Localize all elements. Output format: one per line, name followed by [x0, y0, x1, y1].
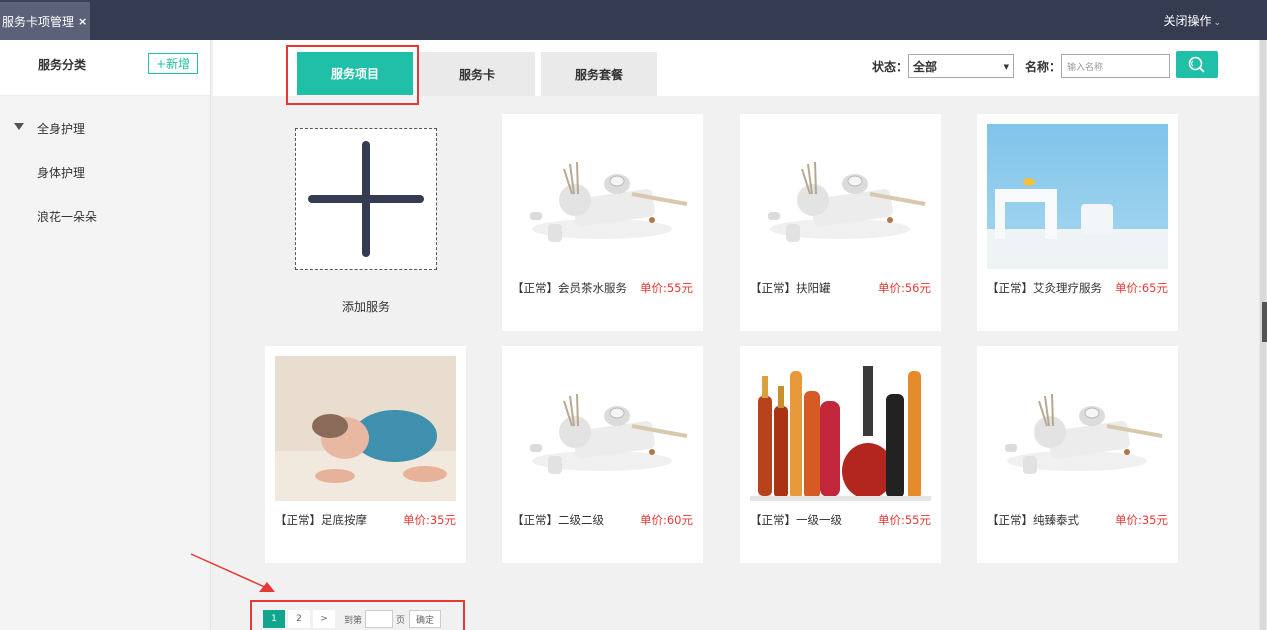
close-operations-menu[interactable]: 关闭操作 ⌄: [1163, 12, 1221, 29]
service-name: 【正常】一级一级: [750, 513, 842, 527]
pagination: 1 2 > 到第 页 确定: [263, 610, 442, 628]
service-price: 单价:55元: [877, 513, 931, 527]
tab-service-cards[interactable]: 服务卡: [419, 52, 535, 96]
page-unit-label: 页: [396, 615, 406, 626]
goto-label: 到第: [344, 615, 363, 626]
name-label: 名称：: [1025, 59, 1062, 74]
goto-page-input[interactable]: [365, 610, 394, 628]
service-price: 单价:65元: [1114, 281, 1168, 295]
service-card[interactable]: 【正常】会员茶水服务 单价:55元: [502, 114, 703, 331]
status-filter: 状态： 全部 ▼: [872, 54, 1015, 78]
close-icon[interactable]: ×: [78, 15, 87, 28]
service-name: 【正常】二级二级: [512, 513, 604, 527]
tab-service-packages[interactable]: 服务套餐: [541, 52, 657, 96]
service-name: 【正常】纯臻泰式: [987, 513, 1079, 527]
caret-down-icon[interactable]: [14, 123, 24, 130]
search-icon: [1188, 56, 1205, 73]
service-card[interactable]: 【正常】足底按摩 单价:35元: [265, 346, 466, 563]
sidebar-item-full-body-care[interactable]: 全身护理: [0, 106, 210, 150]
annotation-highlight-tab: [286, 45, 419, 105]
main-header: 服务项目 服务卡 服务套餐 状态： 全部 ▼ 名称： 输入名称: [213, 40, 1259, 105]
service-card[interactable]: 【正常】二级二级 单价:60元: [502, 346, 703, 563]
add-category-button[interactable]: +新增: [148, 53, 198, 74]
service-price: 单价:35元: [402, 513, 456, 527]
service-card[interactable]: 【正常】艾灸理疗服务 单价:65元: [977, 114, 1178, 331]
next-page-button[interactable]: >: [313, 610, 335, 628]
sidebar-header: 服务分类 +新增: [0, 40, 210, 96]
service-price: 单价:56元: [877, 281, 931, 295]
confirm-goto-button[interactable]: 确定: [409, 610, 442, 628]
chevron-down-icon: ▼: [1003, 63, 1010, 71]
search-button[interactable]: [1176, 51, 1218, 78]
service-image-blue-room: [987, 124, 1168, 269]
service-image-spa-kit: [512, 356, 693, 501]
sidebar-item-label: 身体护理: [37, 165, 86, 180]
service-price: 单价:35元: [1114, 513, 1168, 527]
service-image-baby: [275, 356, 456, 501]
page-button[interactable]: 2: [288, 610, 310, 628]
status-label: 状态：: [872, 59, 909, 74]
service-name: 【正常】会员茶水服务: [512, 281, 627, 295]
service-image-spa-kit: [750, 124, 931, 269]
service-name: 【正常】艾灸理疗服务: [987, 281, 1102, 295]
service-name: 【正常】扶阳罐: [750, 281, 831, 295]
main-panel: 服务项目 服务卡 服务套餐 状态： 全部 ▼ 名称： 输入名称 添加服务 【正常…: [190, 40, 1259, 630]
sidebar-item-waves[interactable]: 浪花一朵朵: [0, 194, 210, 238]
service-image-spa-kit: [512, 124, 693, 269]
sidebar-item-body-care[interactable]: 身体护理: [0, 150, 210, 194]
service-price: 单价:60元: [639, 513, 693, 527]
service-card[interactable]: 【正常】一级一级 单价:55元: [740, 346, 941, 563]
category-sidebar: 服务分类 +新增 全身护理 身体护理 浪花一朵朵: [0, 40, 211, 630]
name-search-input[interactable]: 输入名称: [1061, 54, 1171, 78]
status-select[interactable]: 全部 ▼: [908, 54, 1015, 78]
close-operations-label: 关闭操作: [1163, 14, 1212, 28]
category-list: 全身护理 身体护理 浪花一朵朵: [0, 96, 210, 238]
plus-icon: [308, 141, 424, 257]
sidebar-title: 服务分类: [38, 58, 87, 72]
service-card[interactable]: 【正常】扶阳罐 单价:56元: [740, 114, 941, 331]
service-image-bottles: [750, 356, 931, 501]
name-filter: 名称： 输入名称: [1025, 54, 1171, 78]
page-button[interactable]: 1: [263, 610, 285, 628]
chevron-down-icon: ⌄: [1213, 18, 1221, 28]
add-service-button[interactable]: [295, 128, 437, 270]
status-value: 全部: [913, 59, 938, 74]
service-image-spa-kit: [987, 356, 1168, 501]
tab-service-card-management[interactable]: 服务卡项管理 ×: [0, 0, 90, 40]
top-bar: 服务卡项管理 × 关闭操作 ⌄: [0, 0, 1267, 40]
service-price: 单价:55元: [639, 281, 693, 295]
annotation-arrow: [190, 553, 275, 592]
service-card[interactable]: 【正常】纯臻泰式 单价:35元: [977, 346, 1178, 563]
scroll-handle[interactable]: [1262, 302, 1267, 342]
sidebar-item-label: 浪花一朵朵: [37, 209, 98, 224]
sidebar-item-label: 全身护理: [37, 121, 86, 136]
add-service-label: 添加服务: [341, 300, 390, 314]
service-name: 【正常】足底按摩: [275, 513, 367, 527]
tab-label: 服务卡项管理: [2, 14, 75, 29]
